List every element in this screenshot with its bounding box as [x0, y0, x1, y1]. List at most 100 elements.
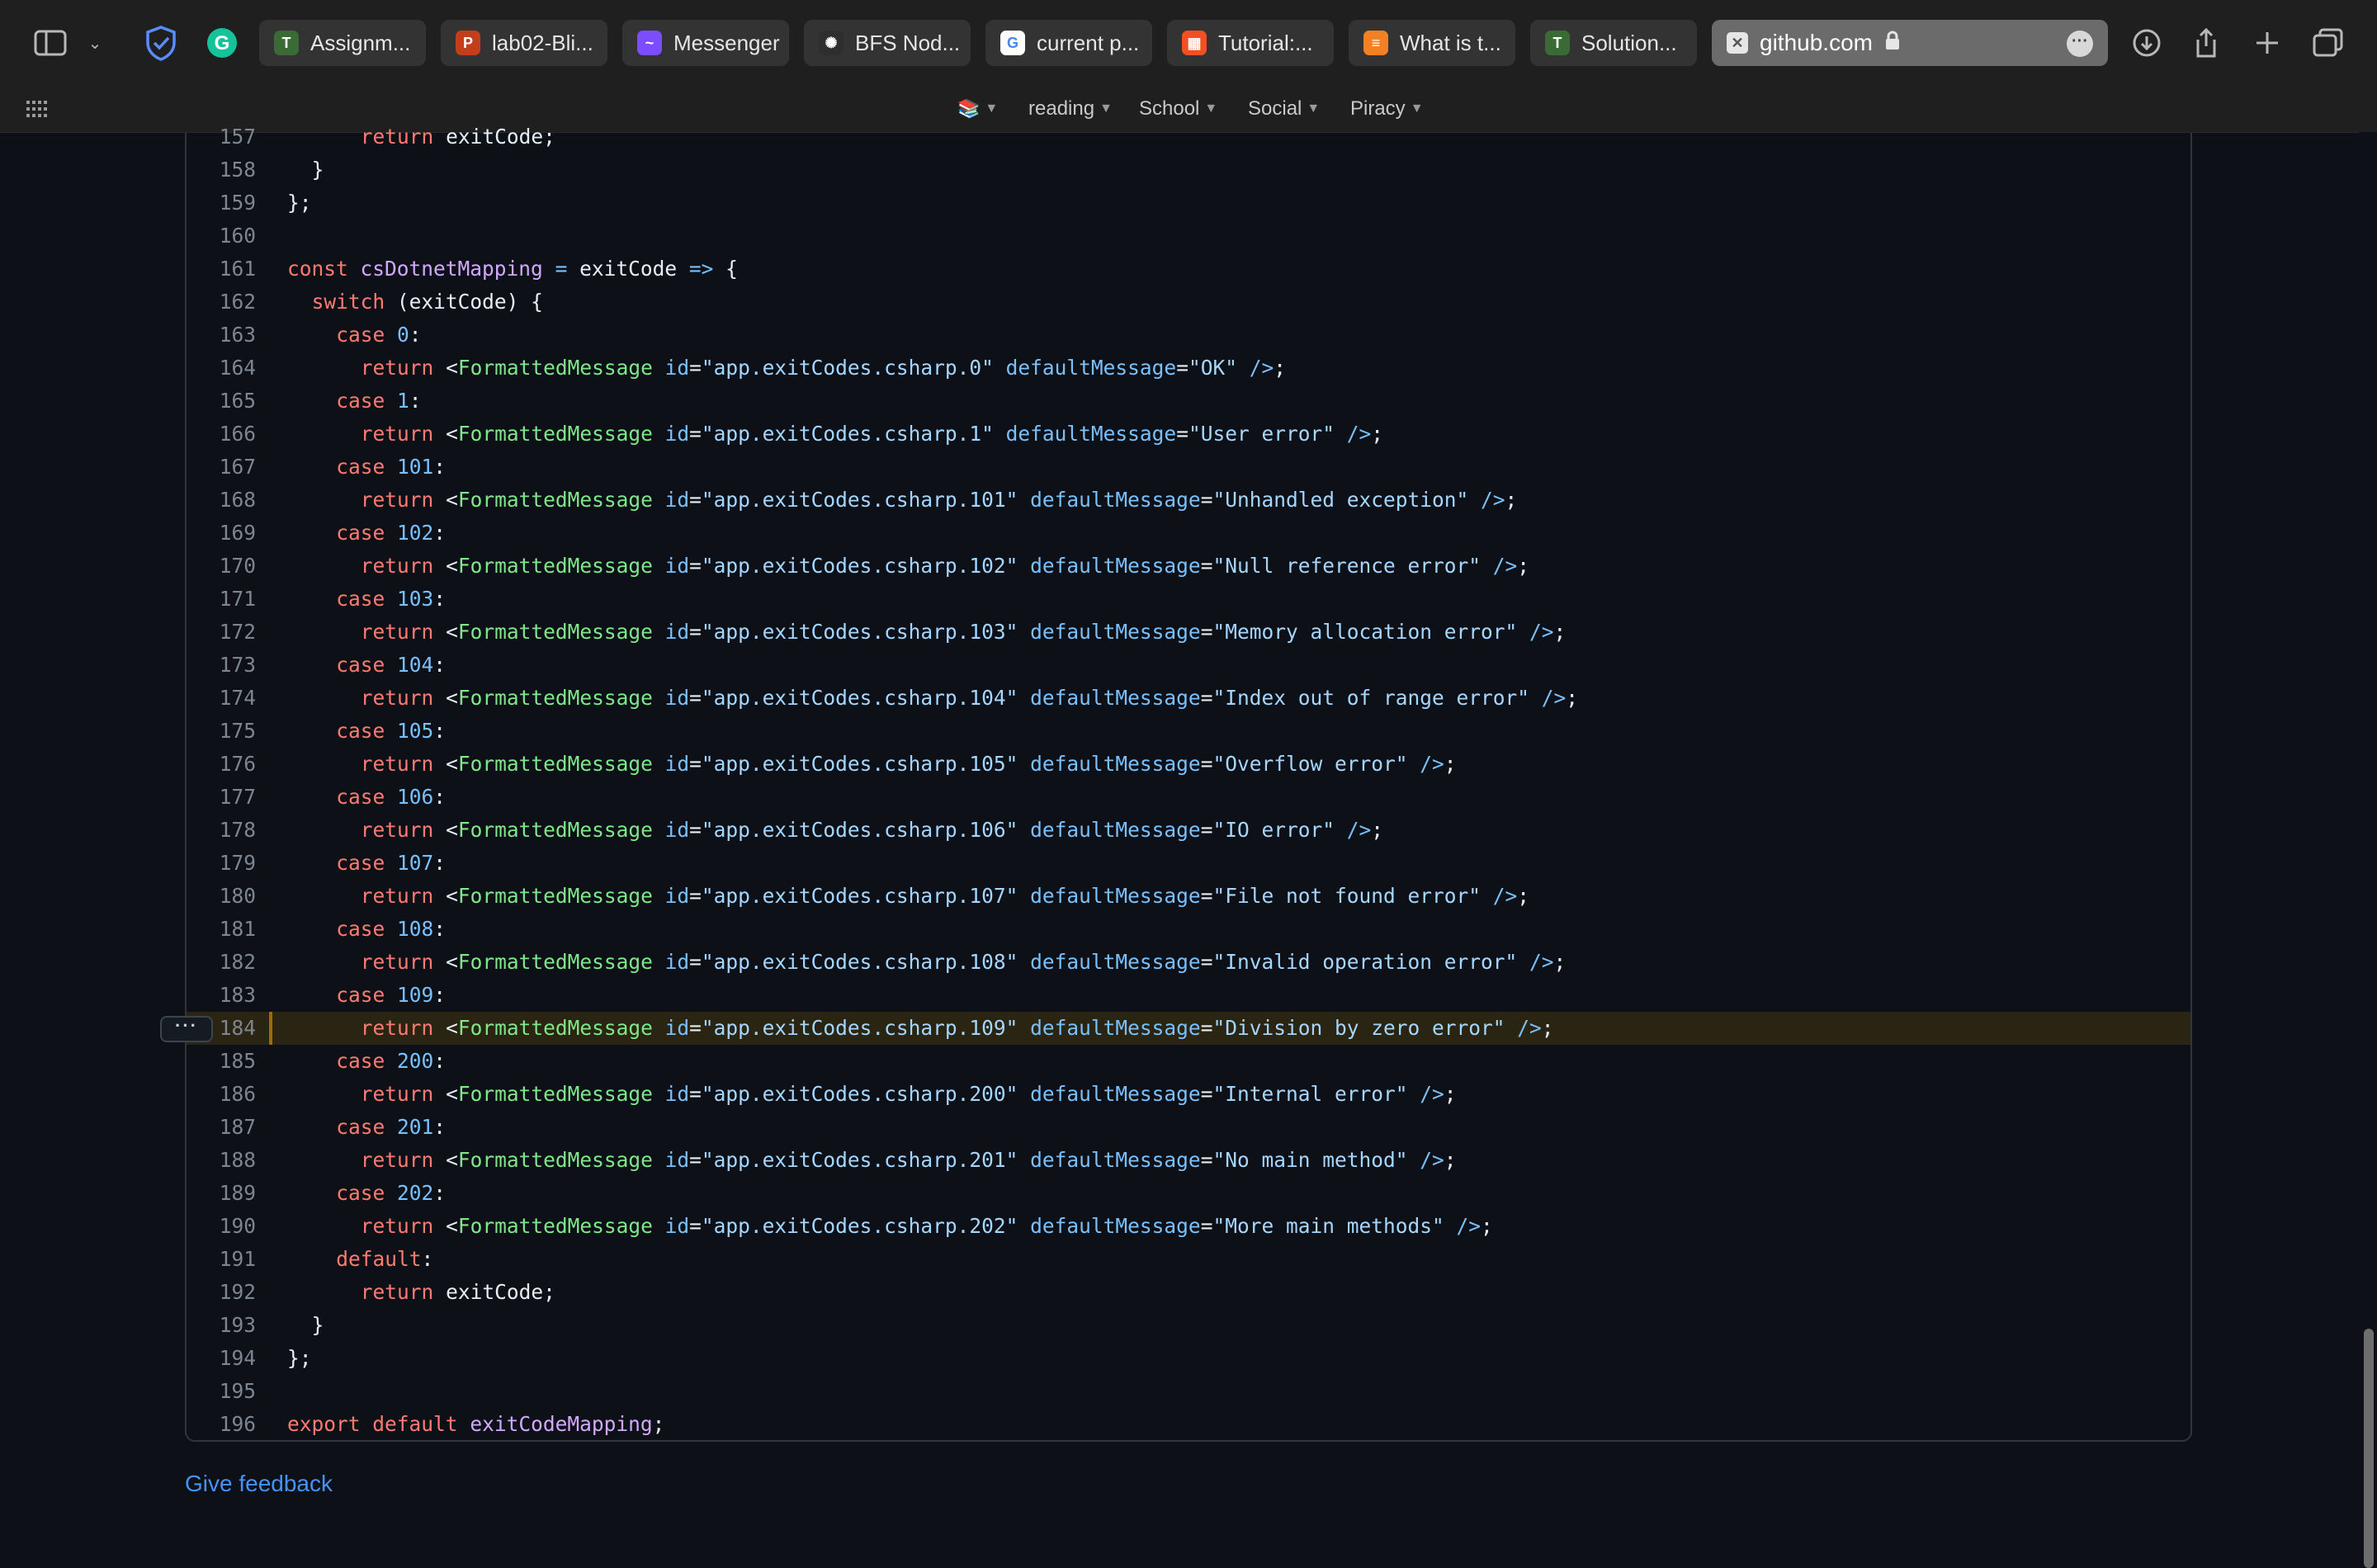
line-number[interactable]: 165 [187, 385, 256, 418]
line-number[interactable]: 170 [187, 550, 256, 583]
more-options-icon[interactable]: ··· [2067, 31, 2093, 57]
scrollbar[interactable] [2359, 132, 2377, 1568]
line-number[interactable]: 194 [187, 1342, 256, 1375]
line-number[interactable]: 190 [187, 1210, 256, 1243]
tab-item[interactable]: ~ Messenger [622, 20, 789, 66]
code-line[interactable]: 186 return <FormattedMessage id="app.exit… [187, 1078, 2190, 1111]
line-number[interactable]: 181 [187, 913, 256, 946]
code-line[interactable]: 183 case 109: [187, 979, 2190, 1012]
line-number[interactable]: 176 [187, 748, 256, 781]
bookmark-folder-piracy[interactable]: Piracy ▼ [1350, 96, 1424, 122]
line-number[interactable]: 169 [187, 517, 256, 550]
line-number[interactable]: 160 [187, 220, 256, 253]
shield-extension-icon[interactable] [142, 18, 180, 68]
line-number[interactable]: 166 [187, 418, 256, 451]
code-line[interactable]: 193} [187, 1309, 2190, 1342]
line-number[interactable]: 191 [187, 1243, 256, 1276]
line-number[interactable]: 159 [187, 187, 256, 220]
code-line[interactable]: 174 return <FormattedMessage id="app.exit… [187, 682, 2190, 715]
code-line[interactable]: 157 return exitCode; [187, 120, 2190, 153]
line-number[interactable]: 157 [187, 120, 256, 153]
code-line[interactable]: 160 [187, 220, 2190, 253]
line-number[interactable]: 164 [187, 352, 256, 385]
code-line[interactable]: 187 case 201: [187, 1111, 2190, 1144]
tab-item[interactable]: ≡ What is t... [1349, 20, 1515, 66]
line-number[interactable]: 162 [187, 286, 256, 319]
tab-overview-icon[interactable] [2308, 18, 2349, 68]
tab-item[interactable]: ✺ BFS Nod... [804, 20, 971, 66]
close-tab-icon[interactable]: ✕ [1727, 32, 1748, 54]
bookmark-folder-books[interactable]: 📚 ▼ [957, 96, 998, 122]
chevron-down-icon[interactable]: ⌄ [83, 18, 107, 68]
code-line[interactable]: 181 case 108: [187, 913, 2190, 946]
line-number[interactable]: 186 [187, 1078, 256, 1111]
code-line[interactable]: 173 case 104: [187, 649, 2190, 682]
new-tab-icon[interactable] [2247, 18, 2288, 68]
line-number[interactable]: 189 [187, 1177, 256, 1210]
code-line[interactable]: 167 case 101: [187, 451, 2190, 484]
line-number[interactable]: 168 [187, 484, 256, 517]
line-number[interactable]: 177 [187, 781, 256, 814]
code-line[interactable]: 158} [187, 153, 2190, 187]
line-number[interactable]: 158 [187, 153, 256, 187]
tab-item[interactable]: Plab02-Bli... [441, 20, 607, 66]
line-number[interactable]: 178 [187, 814, 256, 847]
bookmark-folder-school[interactable]: School ▼ [1139, 96, 1217, 122]
code-line[interactable]: 192 return exitCode; [187, 1276, 2190, 1309]
code-line[interactable]: 194}; [187, 1342, 2190, 1375]
line-number[interactable]: 175 [187, 715, 256, 748]
code-line[interactable]: 184 return <FormattedMessage id="app.exit… [187, 1012, 2190, 1045]
code-line[interactable]: 175 case 105: [187, 715, 2190, 748]
code-line[interactable]: 189 case 202: [187, 1177, 2190, 1210]
code-line[interactable]: 188 return <FormattedMessage id="app.exit… [187, 1144, 2190, 1177]
line-number[interactable]: 174 [187, 682, 256, 715]
line-number[interactable]: 185 [187, 1045, 256, 1078]
grammarly-extension-icon[interactable]: G [203, 18, 241, 68]
code-line[interactable]: 176 return <FormattedMessage id="app.exit… [187, 748, 2190, 781]
code-line[interactable]: 196 export default exitCodeMapping; [187, 1408, 2190, 1441]
code-line[interactable]: 180 return <FormattedMessage id="app.exit… [187, 880, 2190, 913]
bookmark-folder-social[interactable]: Social ▼ [1248, 96, 1320, 122]
line-number[interactable]: 163 [187, 319, 256, 352]
code-line[interactable]: 166 return <FormattedMessage id="app.exit… [187, 418, 2190, 451]
tab-item[interactable]: ▦ Tutorial:... [1167, 20, 1334, 66]
code-line[interactable]: 172 return <FormattedMessage id="app.exit… [187, 616, 2190, 649]
code-line[interactable]: 162 switch (exitCode) { [187, 286, 2190, 319]
code-line[interactable]: 171 case 103: [187, 583, 2190, 616]
bookmark-folder-reading[interactable]: reading ▼ [1028, 96, 1113, 122]
share-icon[interactable] [2186, 18, 2227, 68]
code-line[interactable]: 164 return <FormattedMessage id="app.exit… [187, 352, 2190, 385]
scrollbar-thumb[interactable] [2364, 1329, 2374, 1568]
sidebar-toggle-icon[interactable] [30, 18, 71, 68]
give-feedback-link[interactable]: Give feedback [185, 1471, 333, 1497]
code-line[interactable]: 178 return <FormattedMessage id="app.exit… [187, 814, 2190, 847]
line-number[interactable]: 171 [187, 583, 256, 616]
code-line[interactable]: 159}; [187, 187, 2190, 220]
code-line[interactable]: 169 case 102: [187, 517, 2190, 550]
code-line[interactable]: 163 case 0: [187, 319, 2190, 352]
line-number[interactable]: 167 [187, 451, 256, 484]
code-line[interactable]: 179 case 107: [187, 847, 2190, 880]
code-line[interactable]: 185 case 200: [187, 1045, 2190, 1078]
line-number[interactable]: 179 [187, 847, 256, 880]
apps-grid-icon[interactable] [26, 96, 48, 122]
line-number[interactable]: 180 [187, 880, 256, 913]
line-number[interactable]: 187 [187, 1111, 256, 1144]
line-number[interactable]: 183 [187, 979, 256, 1012]
address-text[interactable]: github.com [1760, 30, 1873, 56]
line-number[interactable]: 182 [187, 946, 256, 979]
code-line[interactable]: 168 return <FormattedMessage id="app.exit… [187, 484, 2190, 517]
tab-active-github[interactable]: ✕ github.com ··· [1712, 20, 2108, 66]
code-line[interactable]: 182 return <FormattedMessage id="app.exit… [187, 946, 2190, 979]
line-options-button[interactable]: ··· [160, 1016, 213, 1042]
line-number[interactable]: 195 [187, 1375, 256, 1408]
line-number[interactable]: 172 [187, 616, 256, 649]
line-number[interactable]: 193 [187, 1309, 256, 1342]
tab-item[interactable]: T Solution... [1530, 20, 1697, 66]
line-number[interactable]: 188 [187, 1144, 256, 1177]
code-line[interactable]: 191 default: [187, 1243, 2190, 1276]
line-number[interactable]: 161 [187, 253, 256, 286]
code-line[interactable]: 161 const csDotnetMapping = exitCode => { [187, 253, 2190, 286]
line-number[interactable]: 173 [187, 649, 256, 682]
tab-item[interactable]: T Assignm... [259, 20, 426, 66]
